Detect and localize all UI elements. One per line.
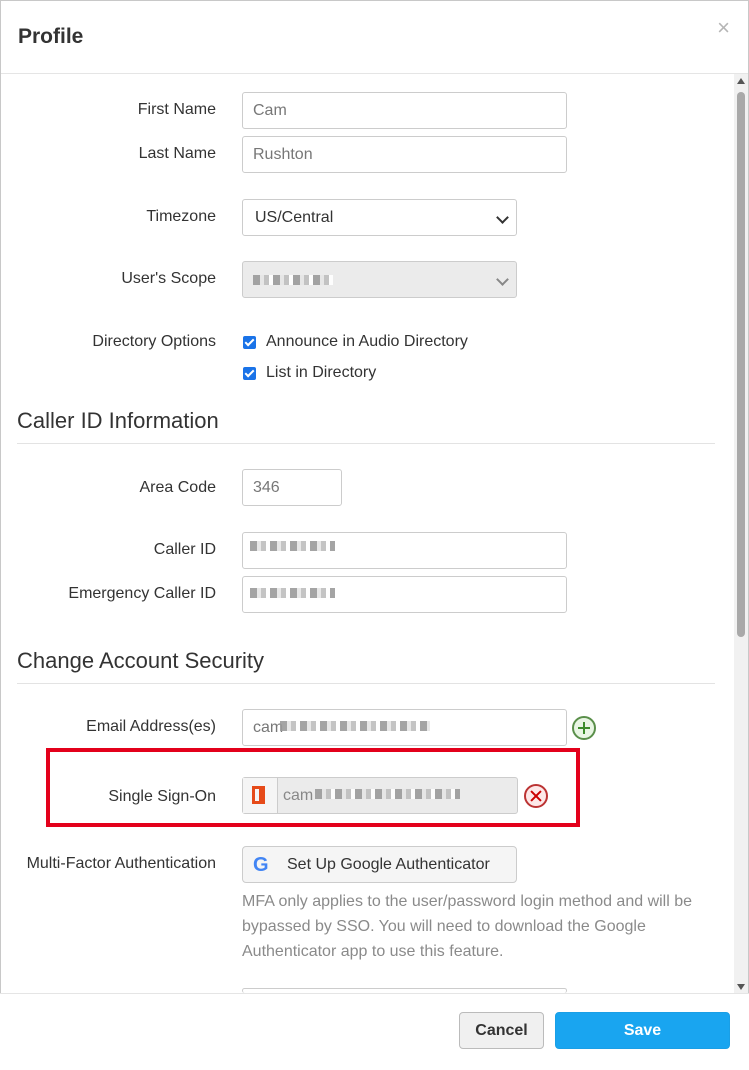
save-button[interactable]: Save: [555, 1012, 730, 1049]
timezone-value: US/Central: [255, 209, 334, 226]
sso-label: Single Sign-On: [108, 788, 216, 805]
redacted-emergency-caller-id: [250, 588, 335, 598]
scroll-up-icon[interactable]: [737, 78, 745, 84]
account-security-section-title: Change Account Security: [17, 648, 265, 673]
emergency-caller-id-label: Emergency Caller ID: [68, 585, 216, 602]
scrollbar[interactable]: [734, 74, 748, 994]
last-name-label: Last Name: [138, 145, 216, 162]
caller-id-section-title: Caller ID Information: [17, 408, 219, 433]
add-email-icon[interactable]: [572, 716, 596, 740]
checkbox-checked-icon[interactable]: [243, 335, 256, 349]
divider: [17, 443, 715, 444]
email-value: cam: [253, 719, 284, 736]
mfa-label: Multi-Factor Authentication: [26, 855, 216, 872]
office-icon-container: [243, 778, 278, 813]
first-name-label: First Name: [137, 101, 216, 118]
scroll-thumb[interactable]: [737, 92, 745, 637]
google-icon: G: [253, 854, 269, 876]
office-icon: [252, 786, 265, 804]
setup-google-authenticator-button[interactable]: G Set Up Google Authenticator: [242, 846, 517, 883]
scope-label: User's Scope: [121, 270, 216, 287]
list-in-directory-checkbox[interactable]: List in Directory: [243, 364, 376, 382]
timezone-label: Timezone: [146, 208, 216, 225]
first-name-input[interactable]: Cam: [242, 92, 567, 129]
checkbox-checked-icon[interactable]: [243, 366, 256, 380]
directory-options-label: Directory Options: [92, 333, 216, 350]
scope-select[interactable]: [242, 261, 517, 298]
divider: [17, 683, 715, 684]
announce-audio-directory-checkbox[interactable]: Announce in Audio Directory: [243, 333, 468, 351]
remove-sso-icon[interactable]: [524, 784, 548, 808]
last-name-input[interactable]: Rushton: [242, 136, 567, 173]
chevron-down-icon: [496, 273, 509, 286]
sso-value: cam: [283, 787, 314, 804]
redacted-scope: [253, 275, 333, 285]
email-label: Email Address(es): [86, 718, 216, 735]
redacted-sso: [315, 789, 460, 799]
area-code-label: Area Code: [139, 479, 217, 496]
modal-header: Profile ×: [1, 1, 748, 74]
close-icon[interactable]: ×: [717, 15, 730, 41]
checkbox-label: List in Directory: [266, 364, 377, 381]
scroll-down-icon[interactable]: [737, 984, 745, 990]
cancel-button[interactable]: Cancel: [459, 1012, 544, 1049]
mfa-help-text: MFA only applies to the user/password lo…: [242, 893, 693, 960]
caller-id-label: Caller ID: [153, 541, 216, 558]
modal-title: Profile: [18, 25, 84, 48]
redacted-email: [280, 721, 430, 731]
chevron-down-icon: [496, 211, 509, 224]
checkbox-label: Announce in Audio Directory: [266, 333, 468, 350]
redacted-caller-id: [250, 541, 335, 551]
area-code-input[interactable]: 346: [242, 469, 342, 506]
timezone-select[interactable]: US/Central: [242, 199, 517, 236]
google-authenticator-button-label: Set Up Google Authenticator: [287, 856, 490, 873]
